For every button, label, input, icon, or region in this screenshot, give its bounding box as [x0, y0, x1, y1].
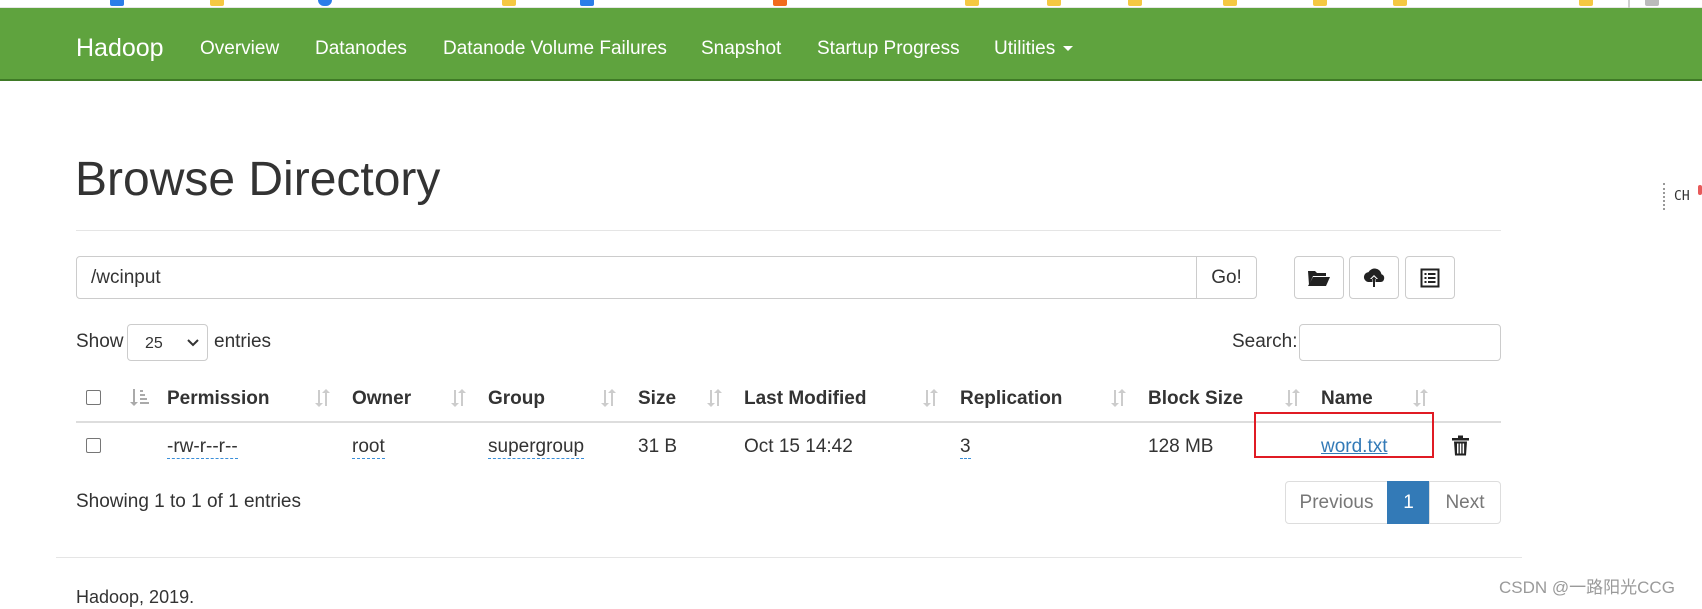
- trash-icon[interactable]: [1452, 435, 1469, 456]
- bookmark-icon[interactable]: [110, 0, 124, 6]
- entries-per-page-select[interactable]: 25: [127, 324, 208, 361]
- bookmark-folder-icon[interactable]: [1579, 0, 1593, 6]
- search-label: Search:: [1232, 331, 1298, 352]
- bookmark-folder-icon[interactable]: [210, 0, 224, 6]
- nav-datanodes[interactable]: Datanodes: [315, 37, 407, 61]
- sort-amount-asc-icon[interactable]: [129, 387, 149, 407]
- footer-divider: [56, 557, 1522, 558]
- bookmark-icon[interactable]: [773, 0, 787, 6]
- pagination: Previous 1 Next: [1285, 481, 1501, 524]
- top-navbar: Hadoop Overview Datanodes Datanode Volum…: [0, 8, 1702, 81]
- replication-value[interactable]: 3: [960, 436, 971, 459]
- cell-size: 31 B: [638, 436, 678, 457]
- cell-permission: -rw-r--r--: [167, 435, 238, 459]
- entries-select-value: 25: [145, 335, 163, 352]
- watermark: CSDN @一路阳光CCG: [1499, 578, 1675, 597]
- row-select-checkbox[interactable]: [86, 438, 101, 453]
- bookmark-folder-icon[interactable]: [1393, 0, 1407, 6]
- column-header-replication[interactable]: Replication: [960, 387, 1062, 411]
- ime-indicator[interactable]: CH: [1663, 183, 1702, 210]
- title-divider: [76, 230, 1501, 231]
- bookmark-folder-icon[interactable]: [1313, 0, 1327, 6]
- page-1-button[interactable]: 1: [1387, 481, 1430, 524]
- sort-icon[interactable]: [1109, 388, 1127, 408]
- entries-label: entries: [214, 331, 272, 352]
- upload-files-button[interactable]: [1349, 256, 1399, 299]
- bookmark-icon[interactable]: [580, 0, 594, 6]
- cell-owner: root: [352, 435, 385, 459]
- sort-icon[interactable]: [921, 388, 939, 408]
- footer-text: Hadoop, 2019.: [76, 587, 195, 607]
- bookmark-icon[interactable]: [1645, 0, 1659, 6]
- ime-status-icon: [1698, 185, 1702, 195]
- select-all-checkbox[interactable]: [86, 390, 101, 405]
- sort-icon[interactable]: [313, 388, 331, 408]
- show-label: Show: [76, 331, 124, 352]
- bookmark-folder-icon[interactable]: [1223, 0, 1237, 6]
- annotation-highlight-box: [1254, 412, 1434, 458]
- column-header-block-size[interactable]: Block Size: [1148, 387, 1243, 411]
- cell-block-size: 128 MB: [1148, 436, 1214, 457]
- permission-value[interactable]: -rw-r--r--: [167, 436, 238, 459]
- nav-datanode-volume-failures[interactable]: Datanode Volume Failures: [443, 37, 667, 61]
- page-title: Browse Directory: [75, 153, 441, 206]
- next-page-button[interactable]: Next: [1429, 481, 1501, 524]
- column-header-name[interactable]: Name: [1321, 387, 1373, 411]
- previous-page-button[interactable]: Previous: [1285, 481, 1388, 524]
- cell-replication: 3: [960, 435, 971, 459]
- bookmark-icon[interactable]: [318, 0, 332, 6]
- search-input[interactable]: [1299, 324, 1501, 361]
- column-header-owner[interactable]: Owner: [352, 387, 411, 411]
- nav-snapshot[interactable]: Snapshot: [701, 37, 781, 61]
- nav-overview[interactable]: Overview: [200, 37, 279, 61]
- column-header-permission[interactable]: Permission: [167, 387, 269, 411]
- sort-icon[interactable]: [599, 388, 617, 408]
- group-value[interactable]: supergroup: [488, 436, 585, 459]
- nav-utilities-dropdown[interactable]: Utilities: [994, 37, 1074, 61]
- bookmark-separator: [1628, 0, 1630, 8]
- list-icon: [1420, 268, 1440, 287]
- go-button[interactable]: Go!: [1196, 256, 1257, 299]
- cloud-upload-icon: [1363, 268, 1385, 287]
- folder-open-icon: [1308, 270, 1330, 286]
- sort-icon[interactable]: [705, 388, 723, 408]
- column-header-size[interactable]: Size: [638, 387, 676, 411]
- column-header-last-modified[interactable]: Last Modified: [744, 387, 866, 411]
- column-header-group[interactable]: Group: [488, 387, 545, 411]
- ime-label: CH: [1674, 189, 1690, 204]
- directory-path-input[interactable]: [76, 256, 1197, 299]
- bookmark-folder-icon[interactable]: [1047, 0, 1061, 6]
- bookmark-folder-icon[interactable]: [1128, 0, 1142, 6]
- bookmark-folder-icon[interactable]: [502, 0, 516, 6]
- nav-startup-progress[interactable]: Startup Progress: [817, 37, 960, 61]
- chevron-down-icon: [187, 339, 199, 347]
- brand-logo[interactable]: Hadoop: [76, 33, 164, 63]
- browser-bookmark-bar: [0, 0, 1702, 8]
- cell-last-modified: Oct 15 14:42: [744, 436, 853, 457]
- sort-icon[interactable]: [1283, 388, 1301, 408]
- caret-down-icon: [1063, 46, 1074, 52]
- sort-icon[interactable]: [1411, 388, 1429, 408]
- create-directory-button[interactable]: [1294, 256, 1344, 299]
- cut-paste-button[interactable]: [1405, 256, 1455, 299]
- nav-utilities-label: Utilities: [994, 38, 1056, 59]
- cell-group: supergroup: [488, 435, 585, 459]
- owner-value[interactable]: root: [352, 436, 385, 459]
- table-info: Showing 1 to 1 of 1 entries: [76, 491, 301, 512]
- bookmark-folder-icon[interactable]: [965, 0, 979, 6]
- sort-icon[interactable]: [449, 388, 467, 408]
